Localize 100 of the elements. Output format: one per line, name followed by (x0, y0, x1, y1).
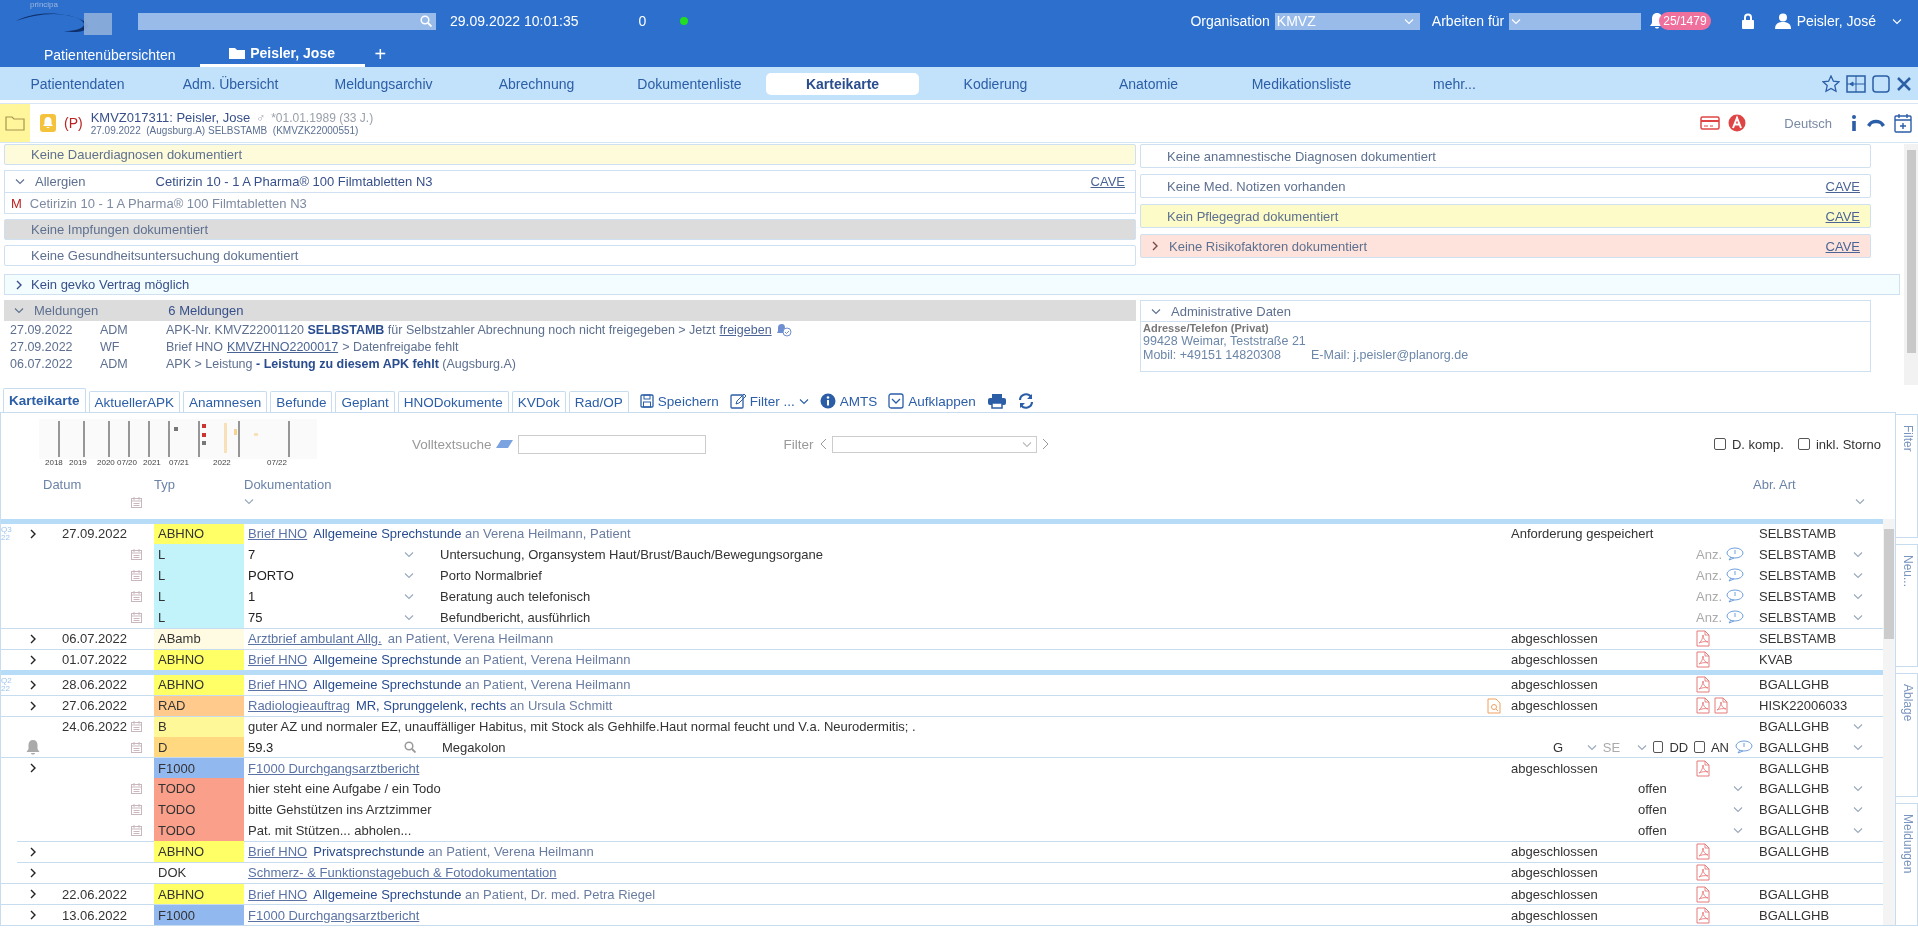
chevron-down-icon[interactable] (1636, 743, 1647, 751)
document-link[interactable]: Brief HNO (248, 844, 308, 860)
document-link[interactable]: Brief HNO (248, 526, 308, 542)
cave-link[interactable]: CAVE (1825, 178, 1860, 194)
nav-tab[interactable]: Medikationsliste (1225, 72, 1378, 95)
filter-select[interactable] (831, 435, 1037, 453)
document-link[interactable]: Arztbrief ambulant Allg. (248, 631, 382, 647)
work-for-select[interactable] (1509, 12, 1642, 30)
chevron-down-icon[interactable] (404, 613, 414, 621)
document-link[interactable]: Brief HNO (248, 677, 308, 693)
nav-tab[interactable]: Karteikarte (766, 72, 919, 95)
document-link[interactable]: F1000 Durchgangsarztbericht (248, 907, 420, 923)
chevron-right-icon[interactable] (29, 846, 37, 857)
journal-tab[interactable]: Karteikarte (3, 388, 86, 412)
nav-tab[interactable]: Anatomie (1072, 72, 1225, 95)
chevron-down-icon[interactable] (1733, 785, 1743, 793)
message-link[interactable]: KMVZHNO2200017 (226, 339, 339, 354)
chevron-down-icon[interactable] (1853, 613, 1863, 621)
scrollbar[interactable] (1883, 519, 1895, 925)
chevron-right-icon[interactable] (15, 279, 23, 290)
chevron-right-icon[interactable] (1151, 241, 1159, 251)
document-link[interactable]: F1000 Durchgangsarztbericht (248, 760, 420, 776)
nav-tab[interactable]: mehr... (1378, 72, 1531, 95)
side-tab[interactable]: Neu... (1896, 543, 1918, 667)
checkbox[interactable] (1694, 741, 1705, 753)
chevron-right-icon[interactable] (29, 867, 37, 878)
fulltext-field[interactable] (517, 434, 706, 454)
phone-icon[interactable] (1866, 117, 1886, 129)
journal-tab[interactable]: Rad/OP (568, 391, 629, 412)
chevron-down-icon[interactable] (1733, 806, 1743, 814)
print-icon[interactable] (986, 393, 1007, 409)
document-link[interactable]: Brief HNO (248, 652, 308, 668)
chevron-down-icon[interactable] (244, 498, 254, 505)
search-icon[interactable] (420, 15, 432, 27)
collapse-chevron-icon[interactable] (15, 178, 25, 185)
nav-tab[interactable]: Kodierung (919, 72, 1072, 95)
chevron-right-icon[interactable] (29, 633, 37, 644)
chevron-down-icon[interactable] (1853, 592, 1863, 600)
chevron-right-icon[interactable] (29, 528, 37, 539)
message-link[interactable]: freigeben (719, 322, 772, 337)
lock-icon[interactable] (1740, 13, 1755, 29)
expand-button[interactable]: Aufklappen (888, 390, 976, 412)
search-icon[interactable] (404, 741, 416, 753)
save-button[interactable]: Speichern (639, 390, 719, 412)
close-icon[interactable] (1896, 75, 1912, 92)
bell-check-icon[interactable] (775, 322, 792, 337)
journal-tab[interactable]: Geplant (335, 391, 395, 412)
journal-tab[interactable]: Befunde (270, 391, 333, 412)
journal-tab[interactable]: HNODokumente (397, 391, 509, 412)
chevron-down-icon[interactable] (1853, 743, 1863, 751)
option-checkbox[interactable]: D. komp. (1713, 436, 1784, 452)
chevron-down-icon[interactable] (1855, 498, 1865, 505)
folder-button[interactable] (0, 104, 30, 142)
column-header[interactable]: Abr. Art (1753, 477, 1853, 492)
document-link[interactable]: Radiologieauftrag (248, 698, 350, 714)
status-dropdown[interactable]: offen (1503, 823, 1753, 839)
journal-tab[interactable]: AktuellerAPK (88, 391, 181, 412)
status-dropdown[interactable]: offen (1503, 781, 1753, 797)
calendar-add-icon[interactable] (1894, 113, 1912, 133)
column-header[interactable]: Typ (154, 477, 175, 492)
chevron-left-icon[interactable] (819, 438, 828, 450)
chevron-right-icon[interactable] (29, 763, 37, 774)
chevron-down-icon[interactable] (1733, 827, 1743, 835)
option-checkbox[interactable]: inkl. Storno (1797, 436, 1881, 452)
cave-link[interactable]: CAVE (1825, 208, 1860, 224)
chevron-down-icon[interactable] (1853, 550, 1863, 558)
user-menu[interactable]: Peisler, José (1774, 13, 1902, 29)
side-tab[interactable]: Ablage (1896, 673, 1918, 797)
side-tab[interactable]: Meldungen (1896, 802, 1918, 926)
chevron-right-icon[interactable] (29, 654, 37, 665)
gevko-text[interactable]: Kein gevko Vertrag möglich (31, 277, 190, 292)
column-header[interactable]: Datum (43, 477, 131, 492)
preview-document-icon[interactable] (1487, 697, 1501, 714)
nav-tab[interactable]: Abrechnung (460, 72, 613, 95)
language-label[interactable]: Deutsch (1784, 115, 1832, 131)
document-link[interactable]: Schmerz- & Funktionstagebuch & Fotodokumentation (248, 865, 557, 881)
chevron-right-icon[interactable] (29, 700, 37, 711)
chevron-down-icon[interactable] (1853, 723, 1863, 731)
filter-button[interactable]: Filter ... (729, 390, 809, 412)
info-icon[interactable] (1850, 114, 1858, 132)
chevron-down-icon[interactable] (1586, 743, 1597, 751)
split-view-icon[interactable] (1846, 74, 1866, 93)
cave-link[interactable]: CAVE (1090, 174, 1125, 189)
eraser-icon[interactable] (495, 439, 514, 449)
nav-tab[interactable]: Meldungsarchiv (307, 72, 460, 95)
checkbox[interactable] (1652, 741, 1664, 753)
side-tab[interactable]: Filter (1896, 414, 1918, 538)
add-tab-button[interactable]: + (374, 42, 387, 67)
certainty-select[interactable]: G (1553, 739, 1597, 755)
chevron-down-icon[interactable] (404, 592, 414, 600)
star-icon[interactable] (1822, 74, 1840, 93)
journal-tab[interactable]: Anamnesen (183, 391, 268, 412)
chevron-down-icon[interactable] (1853, 571, 1863, 579)
chevron-down-icon[interactable] (1853, 827, 1863, 835)
journal-tab[interactable]: KVDok (511, 391, 566, 412)
column-header[interactable]: Dokumentation (244, 477, 1503, 492)
chevron-down-icon[interactable] (1853, 806, 1863, 814)
chevron-right-icon[interactable] (29, 679, 37, 690)
chevron-down-icon[interactable] (798, 397, 809, 405)
cave-link[interactable]: CAVE (1825, 238, 1860, 254)
